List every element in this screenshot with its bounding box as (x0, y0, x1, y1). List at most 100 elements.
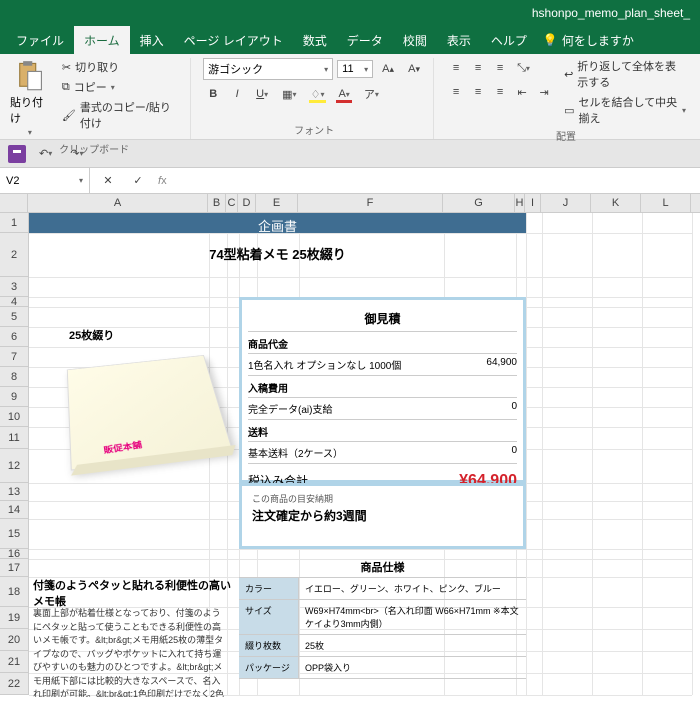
tab-formula[interactable]: 数式 (293, 26, 337, 55)
indent-decrease-button[interactable]: ⇤ (512, 82, 532, 102)
spreadsheet-grid[interactable]: ABCDEFGHIJKL 123456789101112131415161718… (0, 194, 700, 723)
align-center-button[interactable]: ≡ (468, 82, 488, 102)
italic-button[interactable]: I (227, 84, 247, 104)
col-header[interactable]: G (443, 194, 515, 212)
indent-increase-button[interactable]: ⇥ (534, 82, 554, 102)
tell-me[interactable]: 💡 何をしますか (543, 32, 634, 49)
font-size-combo[interactable]: 11▾ (337, 60, 373, 78)
row-header[interactable]: 15 (0, 519, 28, 549)
font-name-combo[interactable]: 游ゴシック▾ (203, 58, 333, 80)
row-header[interactable]: 18 (0, 577, 28, 607)
grow-font-button[interactable]: A▴ (377, 59, 399, 79)
ribbon: 貼り付け ▾ ✂切り取り ⧉コピー▾ 🖌書式のコピー/貼り付け クリップボード … (0, 54, 700, 140)
bold-button[interactable]: B (203, 84, 223, 104)
col-header[interactable]: I (525, 194, 541, 212)
row-header[interactable]: 21 (0, 651, 28, 673)
cut-button[interactable]: ✂切り取り (60, 58, 182, 76)
save-button[interactable] (8, 145, 26, 163)
row-header[interactable]: 1 (0, 213, 28, 233)
row-header[interactable]: 10 (0, 407, 28, 427)
undo-button[interactable]: ↶▾ (34, 144, 57, 164)
row-header[interactable]: 6 (0, 327, 28, 347)
col-header[interactable]: C (226, 194, 238, 212)
copy-button[interactable]: ⧉コピー▾ (60, 78, 182, 96)
redo-button[interactable]: ↷▾ (65, 144, 88, 164)
row-header[interactable]: 3 (0, 277, 28, 297)
row-header[interactable]: 16 (0, 549, 28, 559)
formula-bar-row: V2▾ ✕ ✓ fx (0, 168, 700, 194)
spec-row: カラーイエロー、グリーン、ホワイト、ピンク、ブルー (239, 578, 526, 600)
tab-layout[interactable]: ページ レイアウト (174, 26, 293, 55)
align-bottom-button[interactable]: ≡ (490, 58, 510, 78)
row-header[interactable]: 22 (0, 673, 28, 695)
quote-header: 御見積 (248, 306, 517, 332)
col-header[interactable]: B (208, 194, 226, 212)
row-header[interactable]: 5 (0, 307, 28, 327)
align-top-button[interactable]: ≡ (446, 58, 466, 78)
tab-view[interactable]: 表示 (437, 26, 481, 55)
spec-table: カラーイエロー、グリーン、ホワイト、ピンク、ブルーサイズW69×H74mm<br… (239, 577, 526, 679)
enter-formula-button[interactable]: ✓ (128, 171, 148, 191)
paste-button[interactable]: 貼り付け ▾ (6, 58, 54, 139)
row-header[interactable]: 4 (0, 297, 28, 307)
col-header[interactable]: L (641, 194, 691, 212)
formula-bar[interactable] (175, 173, 700, 188)
col-header[interactable]: F (298, 194, 443, 212)
tab-file[interactable]: ファイル (6, 26, 74, 55)
col-header[interactable]: E (256, 194, 298, 212)
tab-review[interactable]: 校閲 (393, 26, 437, 55)
fx-icon[interactable]: fx (158, 175, 167, 187)
shrink-font-button[interactable]: A▾ (403, 59, 425, 79)
wrap-text-button[interactable]: ↩折り返して全体を表示する (564, 58, 686, 90)
cancel-formula-button[interactable]: ✕ (98, 171, 118, 191)
save-icon (11, 148, 23, 160)
tab-home[interactable]: ホーム (74, 26, 130, 55)
row-header[interactable]: 17 (0, 559, 28, 577)
tab-insert[interactable]: 挿入 (130, 26, 174, 55)
copy-icon: ⧉ (62, 81, 70, 94)
row-header[interactable]: 14 (0, 501, 28, 519)
underline-button[interactable]: U▾ (251, 84, 273, 104)
col-header[interactable]: D (238, 194, 256, 212)
row-header[interactable]: 7 (0, 347, 28, 367)
col-header[interactable]: J (541, 194, 591, 212)
group-label: フォント (203, 120, 425, 137)
scissors-icon: ✂ (62, 61, 71, 74)
row-header[interactable]: 9 (0, 387, 28, 407)
merge-center-button[interactable]: ▭セルを結合して中央揃え▾ (564, 94, 686, 126)
spec-row: サイズW69×H74mm<br>（名入れ印面 W66×H71mm ※本文ケイより… (239, 600, 526, 635)
doc-title: 企画書 (29, 213, 526, 233)
clipboard-group: 貼り付け ▾ ✂切り取り ⧉コピー▾ 🖌書式のコピー/貼り付け クリップボード (6, 58, 191, 139)
title-bar: hshonpo_memo_plan_sheet_ (0, 0, 700, 26)
menu-bar: ファイル ホーム 挿入 ページ レイアウト 数式 データ 校閲 表示 ヘルプ 💡… (0, 26, 700, 54)
tab-data[interactable]: データ (337, 26, 393, 55)
eta-box: この商品の目安納期注文確定から約3週間 (239, 483, 526, 549)
row-header[interactable]: 19 (0, 607, 28, 629)
align-left-button[interactable]: ≡ (446, 82, 466, 102)
row-header[interactable]: 20 (0, 629, 28, 651)
col-header[interactable]: K (591, 194, 641, 212)
select-all-corner[interactable] (0, 194, 28, 212)
row-header[interactable]: 13 (0, 483, 28, 501)
row-header[interactable]: 2 (0, 233, 28, 277)
col-header[interactable]: H (515, 194, 525, 212)
brush-icon: 🖌 (62, 109, 76, 122)
font-color-button[interactable]: A▾ (333, 84, 354, 104)
orientation-button[interactable]: ⤡▾ (512, 58, 535, 78)
quote-box: 御見積商品代金1色名入れ オプションなし 1000個64,900入稿費用完全デー… (239, 297, 526, 483)
tab-help[interactable]: ヘルプ (481, 26, 537, 55)
row-header[interactable]: 11 (0, 427, 28, 449)
align-right-button[interactable]: ≡ (490, 82, 510, 102)
row-header[interactable]: 12 (0, 449, 28, 483)
name-box[interactable]: V2▾ (0, 168, 90, 193)
border-button[interactable]: ▦▾ (277, 84, 301, 104)
format-painter-button[interactable]: 🖌書式のコピー/貼り付け (60, 98, 182, 132)
align-middle-button[interactable]: ≡ (468, 58, 488, 78)
col-header[interactable]: A (28, 194, 208, 212)
phonetic-button[interactable]: ア▾ (359, 84, 384, 104)
row-header[interactable]: 8 (0, 367, 28, 387)
memo-label: 25枚綴り (69, 327, 114, 343)
fill-color-button[interactable]: ♢▾ (306, 84, 330, 104)
align-group: ≡ ≡ ≡ ⤡▾ ≡ ≡ ≡ ⇤ ⇥ ↩折り返して全体を表示する ▭セルを結合し… (446, 58, 694, 139)
product-image: 25枚綴り販促本舗 (39, 307, 239, 477)
